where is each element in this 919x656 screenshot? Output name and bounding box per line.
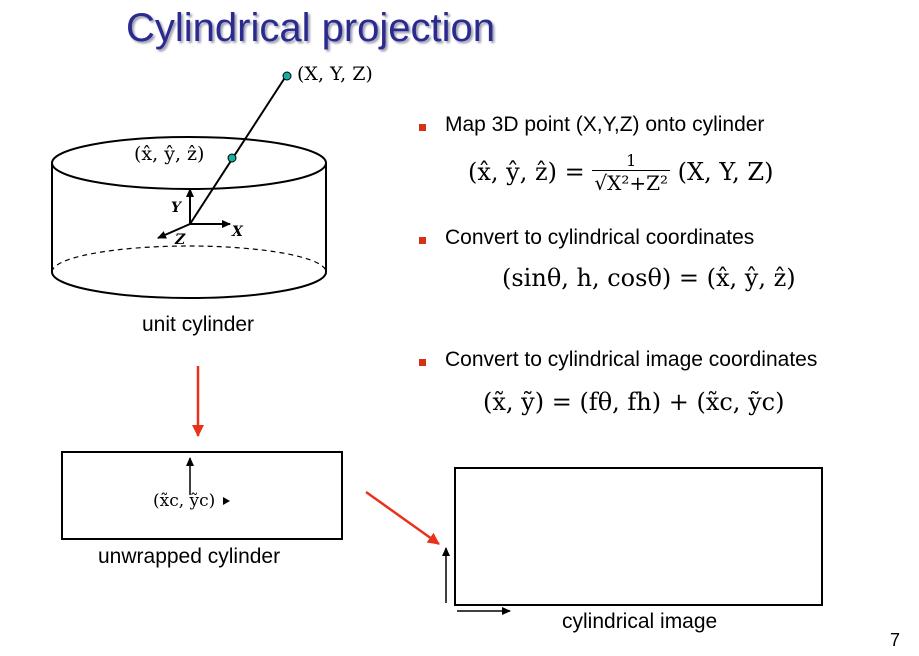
unwrapped-caption: unwrapped cylinder [98,545,281,568]
point-xyz-dot [282,71,292,81]
bullet-3: Convert to cylindrical image coordinates [445,348,818,371]
equation-1-numerator: 1 [626,151,637,170]
center-right-arrowhead [223,497,230,505]
cylinder-bottom-front [51,271,327,299]
bullet-marker-2 [419,237,426,244]
axis-x-label: X [232,224,243,240]
axis-z-label: Z [175,232,186,248]
equation-2: (sinθ, h, cosθ) = (x̂, ŷ, ẑ) [502,264,796,292]
bullet-marker-1 [419,124,426,131]
center-label: (x̃c, ỹc) [153,491,216,511]
cylinder-bottom-back [51,245,327,273]
equation-1-fraction: 1 √X²+Z² [592,151,671,195]
page-number: 7 [890,630,901,650]
bullet-2: Convert to cylindrical coordinates [445,226,755,249]
cylindrical-image-box [454,467,823,606]
equation-1-rhs: (X, Y, Z) [677,158,774,186]
equation-1-lhs: (x̂, ŷ, ẑ) = [468,158,585,186]
red-arrow-diagonal [365,490,440,546]
bullet-marker-3 [419,359,426,366]
bullet-1: Map 3D point (X,Y,Z) onto cylinder [445,113,765,136]
equation-3: (x̃, ỹ) = (fθ, fh) + (x̃c, ỹc) [483,388,785,416]
point-xyz-label: (X, Y, Z) [297,63,373,85]
axis-y-label: Y [171,200,181,216]
equation-1-denominator: √X²+Z² [592,170,671,195]
point-projected-label: (x̂, ŷ, ẑ) [134,143,205,165]
point-projected-dot [227,153,237,163]
cylinder-caption: unit cylinder [142,313,255,336]
equation-1: (x̂, ŷ, ẑ) = 1 √X²+Z² (X, Y, Z) [468,151,774,196]
image-caption: cylindrical image [562,610,718,633]
